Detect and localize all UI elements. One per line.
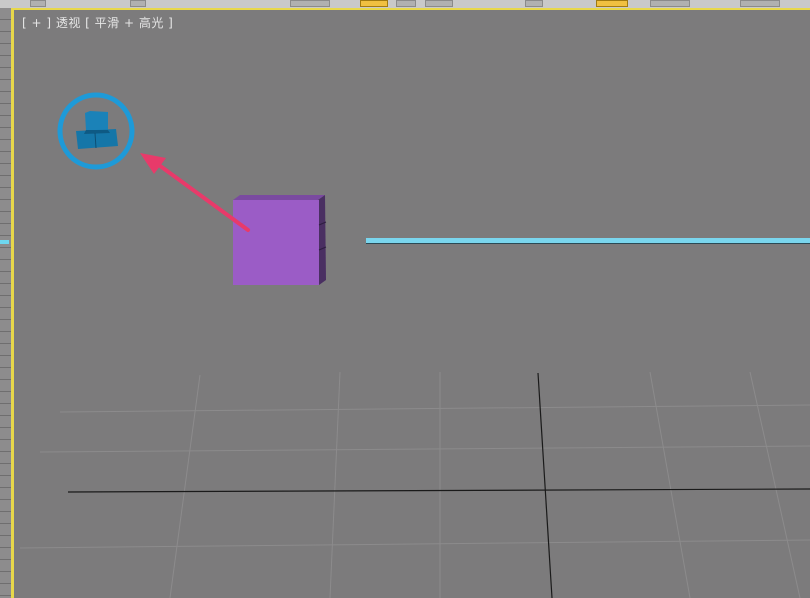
cyan-line-object[interactable]	[366, 238, 810, 244]
world-axes	[67, 372, 810, 598]
light-object[interactable]	[76, 111, 118, 149]
viewport-label[interactable]: [ + ] 透视 [ 平滑 + 高光 ]	[22, 14, 173, 31]
ground-grid	[19, 371, 810, 598]
viewport-scene[interactable]	[0, 0, 810, 598]
purple-box-object[interactable]	[233, 195, 327, 285]
annotation-arrow-icon	[140, 153, 250, 232]
